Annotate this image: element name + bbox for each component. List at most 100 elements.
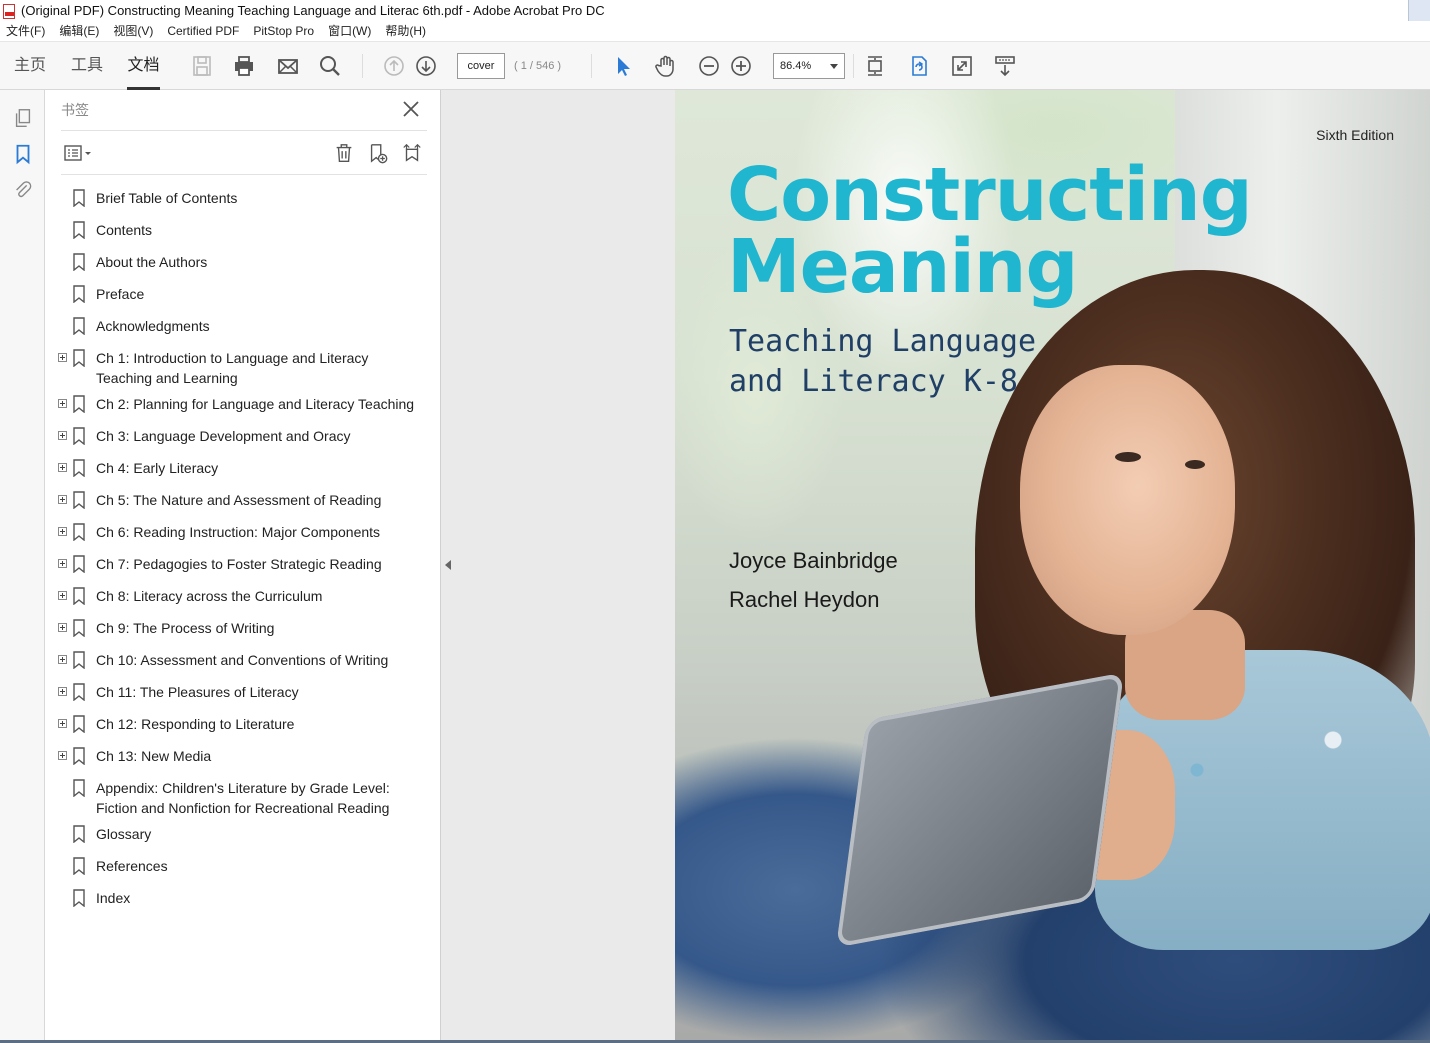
zoom-select[interactable]: 86.4% — [773, 53, 845, 79]
bookmark-label: Preface — [96, 286, 145, 302]
delete-bookmark-icon[interactable] — [331, 140, 357, 166]
expand-plus-icon[interactable] — [58, 719, 67, 728]
bookmark-icon[interactable] — [10, 141, 36, 167]
expand-plus-icon[interactable] — [58, 559, 67, 568]
bookmark-label: Ch 1: Introduction to Language and Liter… — [96, 350, 369, 386]
bookmark-label: Ch 3: Language Development and Oracy — [96, 428, 351, 444]
menu-pitstop-pro[interactable]: PitStop Pro — [246, 21, 321, 41]
bookmark-icon — [72, 683, 86, 702]
page-up-icon[interactable] — [381, 53, 407, 79]
bookmark-icon — [72, 285, 86, 304]
document-gutter — [441, 90, 675, 1043]
collapse-panel-icon[interactable] — [445, 560, 451, 570]
bookmark-label: Brief Table of Contents — [96, 190, 238, 206]
bookmark-icon — [72, 349, 86, 368]
bookmark-label: Ch 8: Literacy across the Curriculum — [96, 588, 323, 604]
toolbar-separator — [853, 54, 854, 78]
bookmark-icon — [72, 857, 86, 876]
menu-help[interactable]: 帮助(H) — [378, 21, 433, 41]
expand-bookmark-icon[interactable] — [399, 140, 425, 166]
save-icon[interactable] — [189, 53, 215, 79]
bookmarks-panel: 书签 Brief Table of Contents Contents Abou… — [45, 90, 441, 1043]
expand-plus-icon[interactable] — [58, 431, 67, 440]
expand-plus-icon[interactable] — [58, 591, 67, 600]
bookmark-icon — [72, 651, 86, 670]
bookmark-icon — [72, 189, 86, 208]
rotate-icon[interactable] — [906, 53, 932, 79]
expand-plus-icon[interactable] — [58, 495, 67, 504]
print-icon[interactable] — [231, 53, 257, 79]
bookmark-icon — [72, 221, 86, 240]
options-menu-icon[interactable] — [61, 140, 95, 166]
pages-icon[interactable] — [10, 105, 36, 131]
panel-divider — [61, 130, 427, 131]
full-screen-icon[interactable] — [949, 53, 975, 79]
expand-plus-icon[interactable] — [58, 399, 67, 408]
close-icon[interactable] — [401, 99, 421, 119]
menu-view[interactable]: 视图(V) — [106, 21, 160, 41]
search-icon[interactable] — [317, 53, 343, 79]
zoom-in-icon[interactable] — [728, 53, 754, 79]
bookmark-icon — [72, 459, 86, 478]
panel-title: 书签 — [61, 102, 89, 118]
cover-subtitle-line2: and Literacy K-8 — [729, 364, 1018, 399]
bookmark-label: Ch 5: The Nature and Assessment of Readi… — [96, 492, 382, 508]
bookmark-label: About the Authors — [96, 254, 208, 270]
expand-plus-icon[interactable] — [58, 687, 67, 696]
cover-photo-eye — [1115, 452, 1141, 462]
bookmark-icon — [72, 715, 86, 734]
bookmark-icon — [72, 889, 86, 908]
hand-icon[interactable] — [653, 53, 679, 79]
read-mode-icon[interactable] — [992, 53, 1018, 79]
bookmark-icon — [72, 747, 86, 766]
tab-home[interactable]: 主页 — [12, 42, 48, 90]
bookmark-icon — [72, 523, 86, 542]
window-control-area[interactable] — [1408, 0, 1430, 21]
bookmark-label: Contents — [96, 222, 153, 238]
cover-author-1: Joyce Bainbridge — [729, 548, 898, 573]
zoom-out-icon[interactable] — [696, 53, 722, 79]
attachment-icon[interactable] — [10, 177, 36, 203]
toolbar-separator — [591, 54, 592, 78]
page-down-icon[interactable] — [413, 53, 439, 79]
bookmark-label: Ch 7: Pedagogies to Foster Strategic Rea… — [96, 556, 382, 572]
bookmark-icon — [72, 619, 86, 638]
cover-title-line2: Meaning — [727, 224, 1078, 310]
expand-plus-icon[interactable] — [58, 751, 67, 760]
navigation-rail — [0, 90, 45, 1043]
new-bookmark-icon[interactable] — [365, 140, 391, 166]
menu-file[interactable]: 文件(F) — [0, 21, 52, 41]
window-title: (Original PDF) Constructing Meaning Teac… — [21, 3, 605, 18]
bookmark-icon — [72, 779, 86, 798]
bookmark-label: Glossary — [96, 826, 152, 842]
cover-edition: Sixth Edition — [1316, 127, 1394, 143]
page-number-input[interactable]: cover — [457, 53, 505, 79]
select-arrow-icon[interactable] — [610, 53, 636, 79]
menu-window[interactable]: 窗口(W) — [321, 21, 378, 41]
expand-plus-icon[interactable] — [58, 655, 67, 664]
email-icon[interactable] — [275, 53, 301, 79]
expand-plus-icon[interactable] — [58, 623, 67, 632]
bookmark-label: Appendix: Children's Literature by Grade… — [96, 780, 390, 816]
bookmark-label: Ch 2: Planning for Language and Literacy… — [96, 396, 415, 412]
expand-plus-icon[interactable] — [58, 463, 67, 472]
bookmark-icon — [72, 427, 86, 446]
menu-certified-pdf[interactable]: Certified PDF — [160, 21, 246, 41]
menu-edit[interactable]: 编辑(E) — [52, 21, 106, 41]
bookmark-label: Acknowledgments — [96, 318, 210, 334]
tab-document[interactable]: 文档 — [127, 42, 160, 90]
bookmark-icon — [72, 253, 86, 272]
bookmark-label: Index — [96, 890, 131, 906]
expand-plus-icon[interactable] — [58, 353, 67, 362]
fit-page-icon[interactable] — [862, 53, 888, 79]
chevron-down-icon — [830, 64, 838, 69]
acrobat-window: (Original PDF) Constructing Meaning Teac… — [0, 0, 1430, 1043]
expand-plus-icon[interactable] — [58, 527, 67, 536]
bookmark-label: Ch 11: The Pleasures of Literacy — [96, 684, 299, 700]
bookmark-label: Ch 4: Early Literacy — [96, 460, 219, 476]
bookmark-label: Ch 13: New Media — [96, 748, 212, 764]
pdf-app-icon — [3, 3, 15, 19]
bookmark-icon — [72, 825, 86, 844]
tab-tools[interactable]: 工具 — [69, 42, 105, 90]
pdf-page-cover[interactable]: Sixth Edition Constructing Meaning Teach… — [675, 90, 1430, 1040]
